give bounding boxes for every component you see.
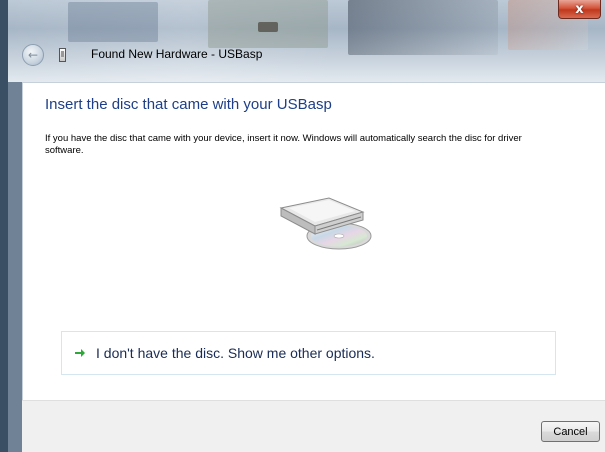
close-button[interactable]: x [558,0,601,19]
no-disc-option-label: I don't have the disc. Show me other opt… [96,345,375,361]
page-heading: Insert the disc that came with your USBa… [45,96,332,113]
disc-drive-icon [279,197,372,250]
background-glass [348,0,498,55]
close-icon: x [575,1,584,17]
cancel-button[interactable]: Cancel [541,421,600,442]
found-new-hardware-window: ← Found New Hardware - USBasp x Insert t… [0,0,605,452]
no-disc-option-link[interactable]: I don't have the disc. Show me other opt… [61,331,556,375]
usb-device-icon [59,48,66,62]
background-glass [68,2,158,42]
wizard-footer: Cancel [22,400,605,452]
window-title: Found New Hardware - USBasp [91,47,263,61]
instruction-text: If you have the disc that came with your… [45,133,522,156]
green-arrow-icon [75,349,85,357]
back-arrow-icon: ← [27,48,39,62]
title-bar: ← Found New Hardware - USBasp x [8,0,605,82]
back-button[interactable]: ← [22,44,44,66]
wizard-content: Insert the disc that came with your USBa… [22,82,605,400]
background-glass [258,22,278,32]
